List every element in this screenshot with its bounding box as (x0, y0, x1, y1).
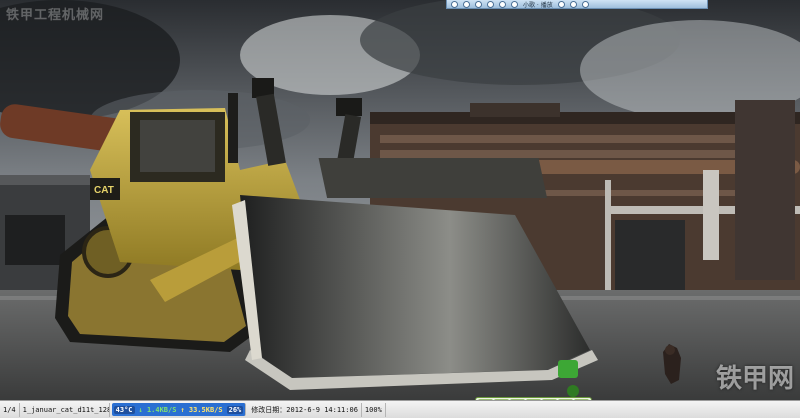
status-bar: 1/4 1_januar_cat_d11t_1280x 43°C ↓ 1.4KB… (0, 400, 800, 418)
svg-text:CAT: CAT (94, 185, 114, 196)
menu-icon[interactable] (581, 0, 589, 8)
cpu-temperature: 43°C (113, 405, 135, 414)
filename-label: 1_januar_cat_d11t_1280x (20, 402, 110, 417)
next-icon[interactable] (511, 0, 518, 8)
player-track-text: 小歌 · 播放 (523, 1, 553, 9)
repeat-icon[interactable] (569, 0, 577, 8)
watermark-top-left: 铁甲工程机械网 (6, 7, 105, 22)
previous-icon[interactable] (463, 0, 470, 8)
stop-icon[interactable] (475, 0, 482, 8)
play-icon[interactable] (499, 0, 506, 8)
watermark-bottom-right: 铁甲网 (715, 364, 794, 394)
wallpaper-image: CAT 铁甲工程机械网 铁甲网 (0, 0, 800, 400)
volume-icon[interactable] (557, 0, 565, 8)
usage-percent: 26% (226, 405, 244, 414)
upload-speed: ↑ 33.5KB/S (180, 405, 223, 414)
media-player-toolbar[interactable]: 小歌 · 播放 (446, 0, 708, 9)
page-indicator: 1/4 (0, 402, 20, 417)
bulldozer-photo: CAT (0, 0, 800, 400)
download-speed: ↓ 1.4KB/S (138, 405, 177, 414)
zoom-level: 100% (362, 402, 386, 417)
pause-icon[interactable] (487, 0, 494, 8)
network-monitor[interactable]: 43°C ↓ 1.4KB/S ↑ 33.5KB/S 26% (111, 403, 247, 416)
close-icon[interactable] (451, 0, 458, 8)
modified-date: 修改日期：2012-6-9 14:11:06 (248, 402, 362, 417)
